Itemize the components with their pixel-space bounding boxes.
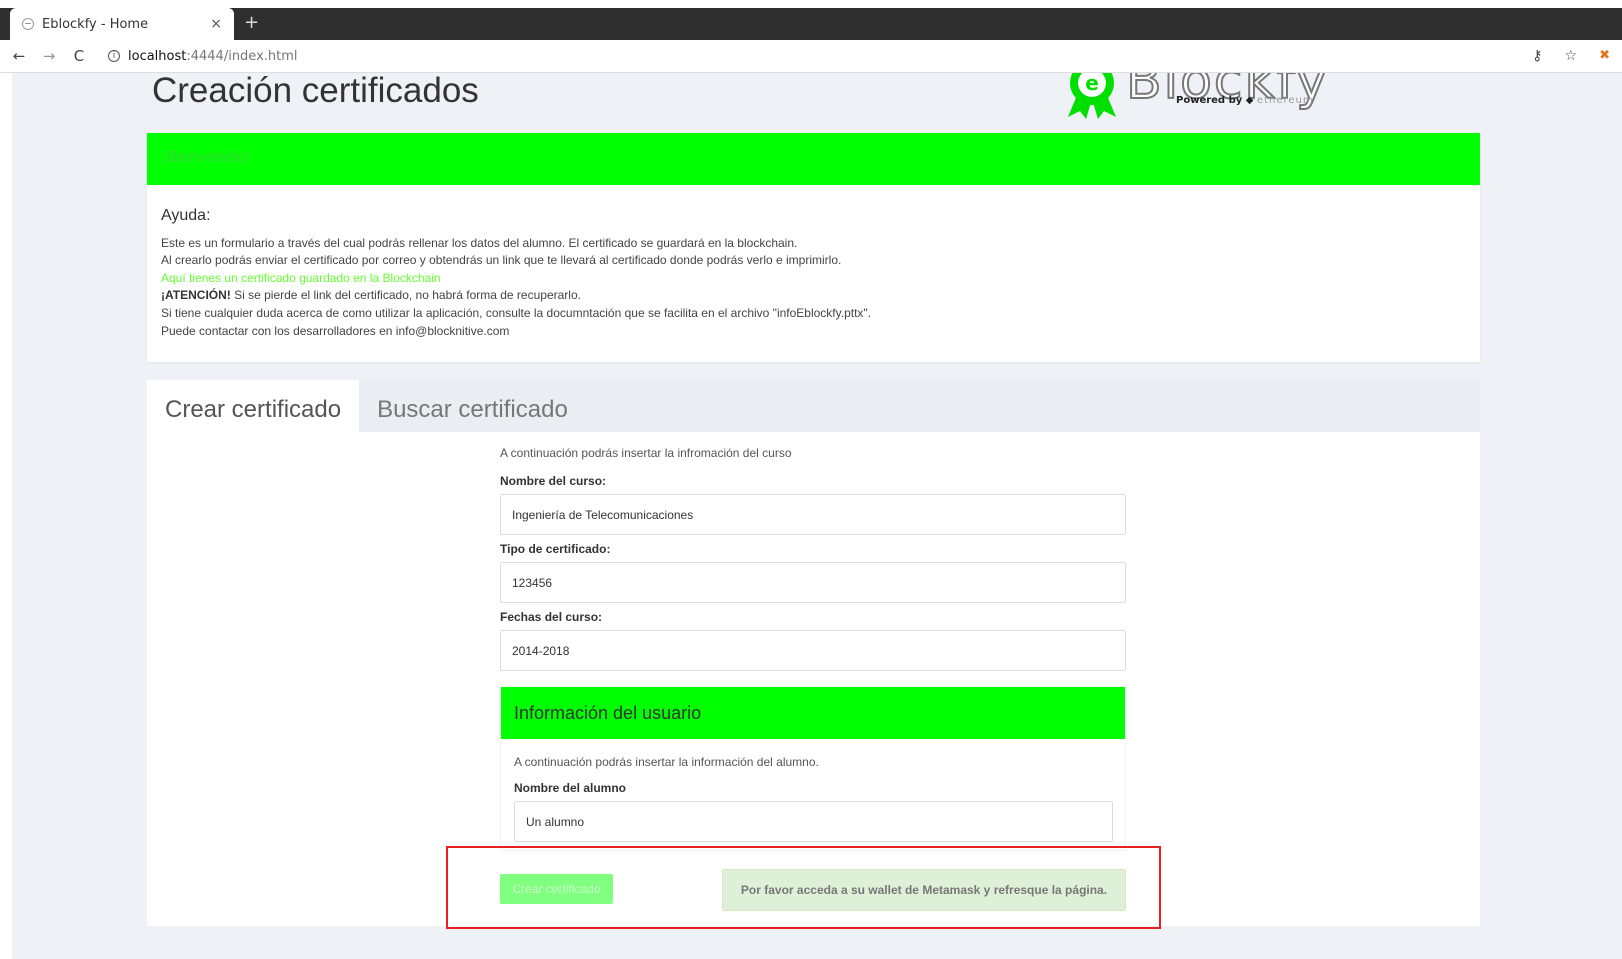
new-tab-icon[interactable]: + <box>244 12 259 33</box>
attention-label: ¡ATENCIÓN! <box>161 288 231 303</box>
back-arrow-icon[interactable]: ← <box>8 47 30 65</box>
certificate-tabs: Crear certificado Buscar certificado A c… <box>147 380 1480 929</box>
create-certificate-panel: A continuación podrás insertar la infrom… <box>147 432 1480 929</box>
metamask-alert: Por favor acceda a su wallet de Metamask… <box>722 869 1126 911</box>
sample-certificate-link[interactable]: Aquí tienes un certificado guardado en l… <box>161 270 1466 288</box>
help-line-4: Si tiene cualquier duda acerca de como u… <box>161 305 872 320</box>
welcome-title: ¡Bienvenido! <box>147 133 1480 185</box>
key-icon[interactable]: ⚷ <box>1532 48 1542 64</box>
forward-arrow-icon[interactable]: → <box>38 47 60 65</box>
tab-title: Eblockfy - Home <box>42 16 149 32</box>
metamask-extension-icon[interactable]: ✖ <box>1599 48 1610 64</box>
user-info-body: A continuación podrás insertar la inform… <box>501 739 1125 850</box>
url-host: localhost <box>128 48 187 64</box>
close-tab-icon[interactable]: × <box>210 16 222 32</box>
tabs-strip: Crear certificado Buscar certificado <box>147 380 1480 432</box>
course-dates-input[interactable] <box>500 630 1126 671</box>
url-path: :4444/index.html <box>186 48 298 64</box>
welcome-panel: ¡Bienvenido! Ayuda: Este es un formulari… <box>147 133 1480 362</box>
course-form: A continuación podrás insertar la infrom… <box>500 446 1126 851</box>
browser-tab-bar: Eblockfy - Home × + <box>0 0 1622 40</box>
student-name-label: Nombre del alumno <box>514 781 627 795</box>
help-line-5: Puede contactar con los desarrolladores … <box>161 323 510 338</box>
page-title: Creación certificados <box>152 73 479 110</box>
help-section: Ayuda: Este es un formulario a través de… <box>147 185 1480 362</box>
student-name-input[interactable] <box>514 801 1113 842</box>
attention-text: Si se pierde el link del certificado, no… <box>230 288 581 303</box>
course-name-input[interactable] <box>500 494 1126 535</box>
browser-tab[interactable]: Eblockfy - Home × <box>10 8 234 40</box>
create-certificate-button[interactable]: Crear certificado <box>500 874 613 904</box>
page-favicon-icon <box>22 18 34 30</box>
toolbar-actions: ⚷ ☆ ✖ <box>1532 48 1610 64</box>
help-line-2: Al crearlo podrás enviar el certificado … <box>161 253 842 268</box>
certificate-type-label: Tipo de certificado: <box>500 542 611 556</box>
bookmark-star-icon[interactable]: ☆ <box>1565 48 1578 64</box>
course-dates-label: Fechas del curso: <box>500 610 603 624</box>
url-field[interactable]: i localhost:4444/index.html <box>108 49 298 64</box>
course-name-label: Nombre del curso: <box>500 474 607 488</box>
powered-by-text: Powered by ◆ ethereum <box>1176 95 1314 106</box>
user-info-panel: Información del usuario A continuación p… <box>500 686 1126 851</box>
svg-text:e: e <box>1085 73 1099 95</box>
tab-buscar-certificado[interactable]: Buscar certificado <box>359 380 586 432</box>
eblockfy-logo: e Blockfy Powered by ◆ ethereum <box>1064 73 1328 125</box>
window-top-strip <box>0 0 1622 8</box>
address-bar: ← → C i localhost:4444/index.html ⚷ ☆ ✖ <box>0 40 1622 73</box>
page-viewport: Creación certificados e Blockfy Powered … <box>12 73 1622 959</box>
attention-line: ¡ATENCIÓN! Si se pierde el link del cert… <box>161 287 1466 305</box>
ethereum-icon: ◆ <box>1245 95 1254 106</box>
reload-icon[interactable]: C <box>68 47 90 65</box>
ethereum-label: ethereum <box>1256 95 1314 106</box>
certificate-type-input[interactable] <box>500 562 1126 603</box>
help-line-1: Este es un formulario a través del cual … <box>161 235 798 250</box>
award-badge-icon: e <box>1068 73 1116 119</box>
help-heading: Ayuda: <box>161 207 211 224</box>
powered-label: Powered by <box>1176 95 1243 106</box>
tab-crear-certificado[interactable]: Crear certificado <box>147 380 360 432</box>
site-info-icon[interactable]: i <box>108 50 120 62</box>
user-info-title: Información del usuario <box>501 687 1125 739</box>
student-intro: A continuación podrás insertar la inform… <box>514 755 819 769</box>
course-intro: A continuación podrás insertar la infrom… <box>500 446 792 460</box>
